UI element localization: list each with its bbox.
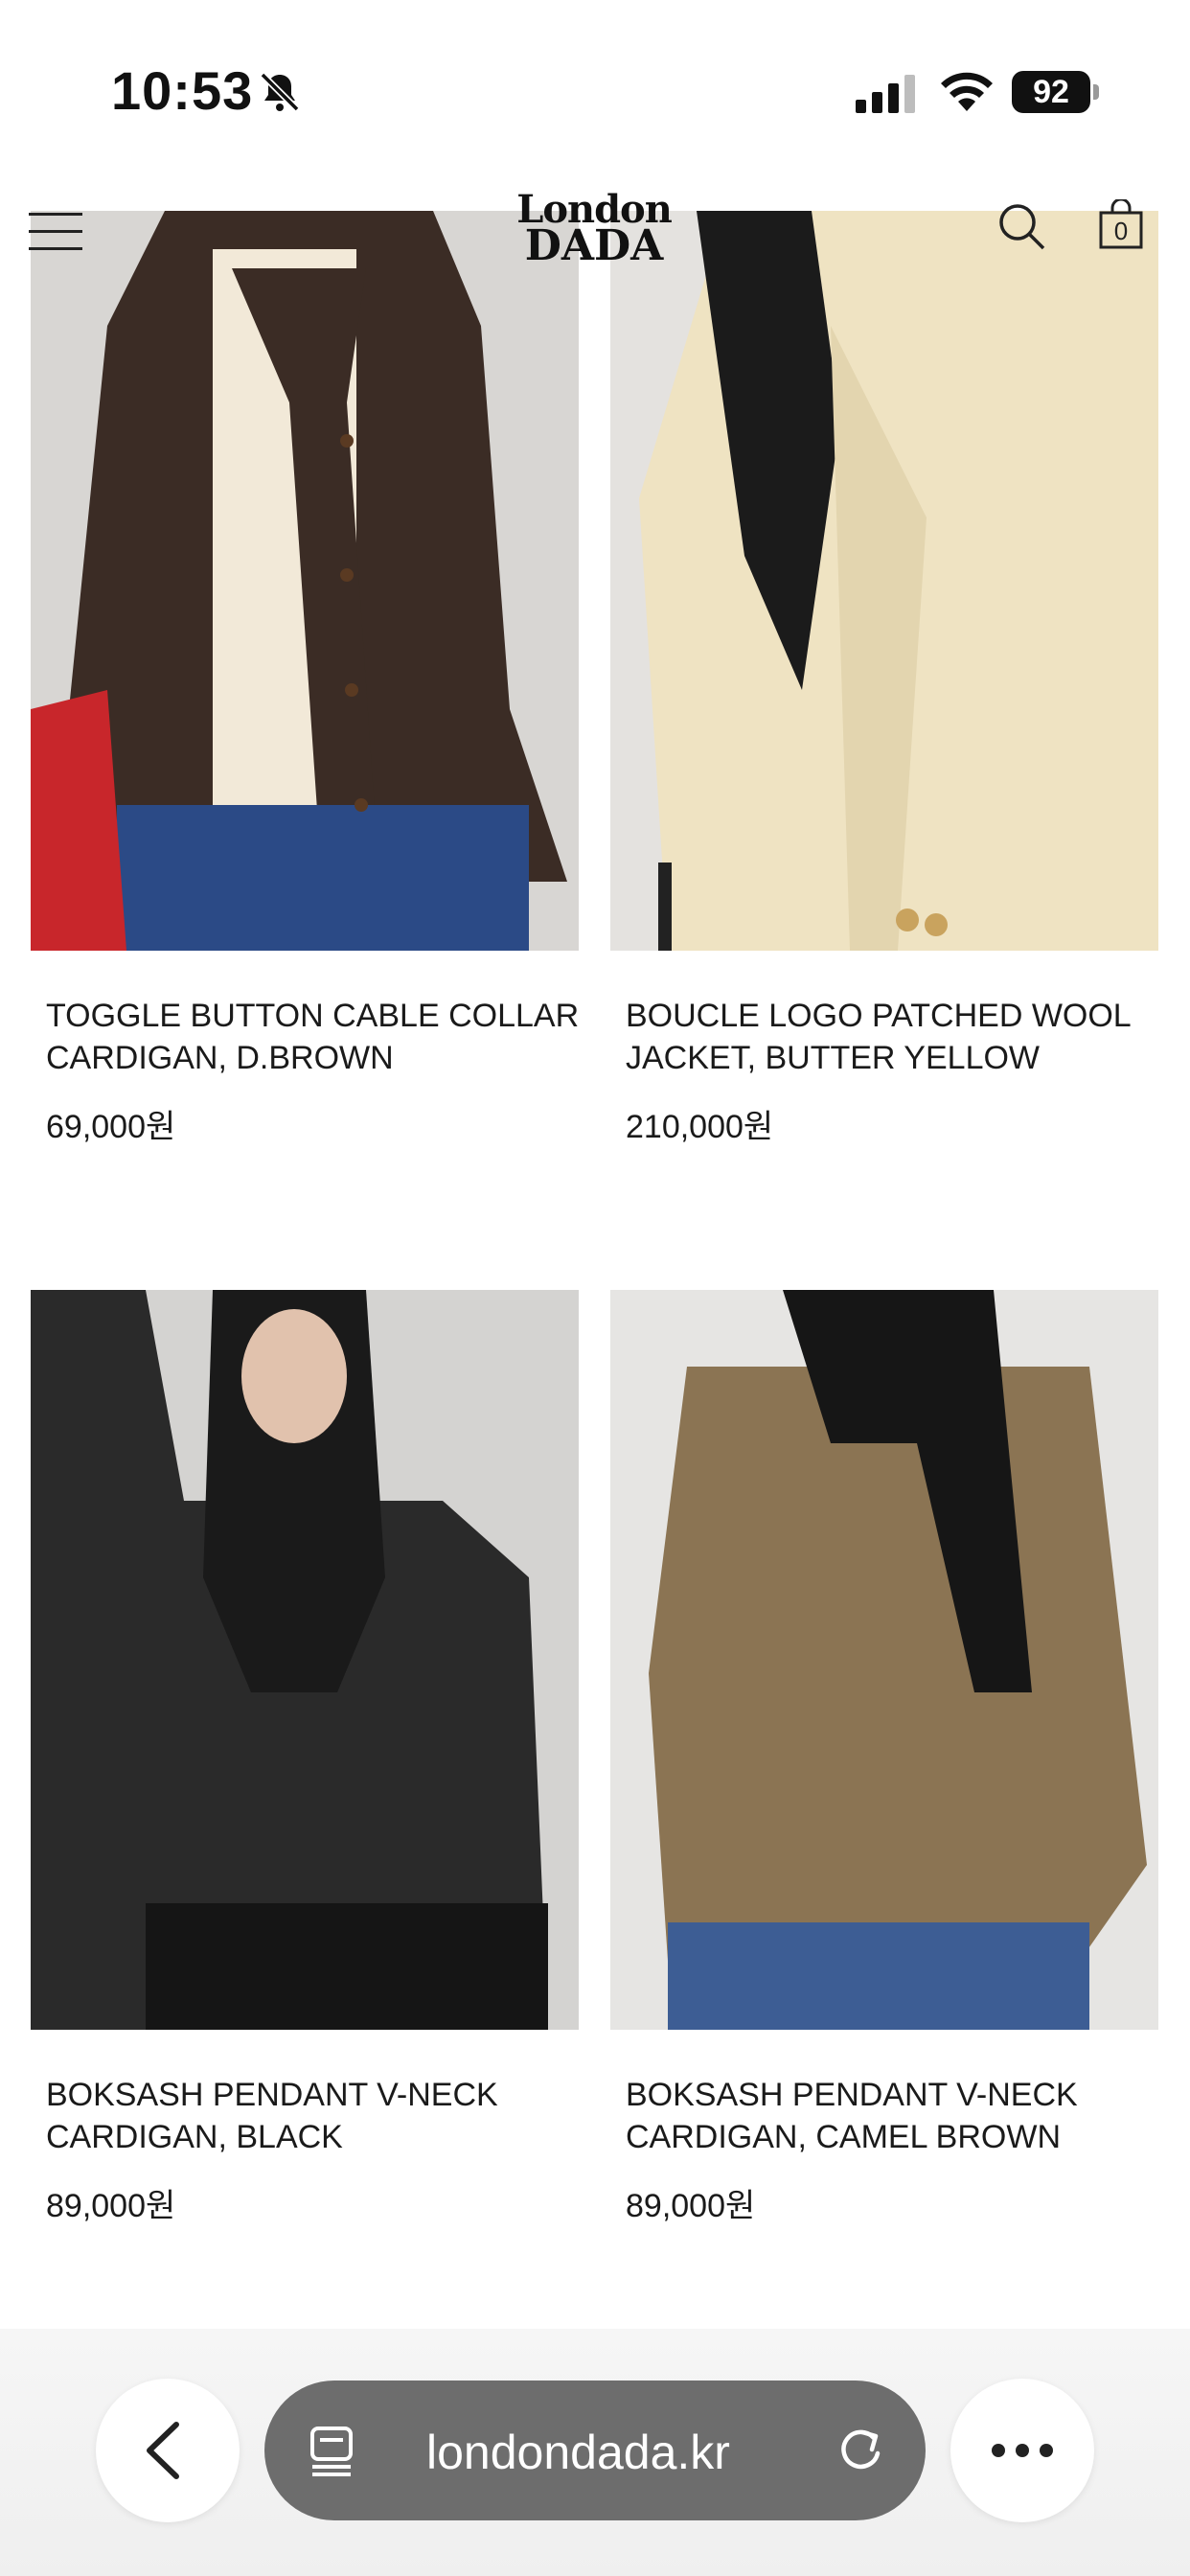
- product-name[interactable]: BOKSASH PENDANT V-NECK CARDIGAN, CAMEL B…: [626, 2074, 1162, 2158]
- back-chevron-icon: [147, 2422, 179, 2479]
- cellular-signal-icon: [856, 75, 915, 113]
- product-image[interactable]: [610, 1290, 1158, 2030]
- battery-icon: 92: [1012, 71, 1100, 113]
- status-bar: 10:53 92: [0, 0, 1190, 182]
- back-button[interactable]: [96, 2379, 240, 2522]
- url-text[interactable]: londondada.kr: [426, 2425, 730, 2480]
- product-price: 210,000원: [626, 1109, 774, 1145]
- wifi-icon: [941, 72, 993, 111]
- product-image[interactable]: [31, 1290, 579, 2030]
- product-name[interactable]: BOUCLE LOGO PATCHED WOOL JACKET, BUTTER …: [626, 995, 1162, 1079]
- battery-level: 92: [1012, 71, 1090, 113]
- product-price: 89,000원: [626, 2188, 756, 2224]
- product-image[interactable]: [31, 211, 579, 951]
- bell-slash-icon: [260, 72, 300, 112]
- product-name[interactable]: TOGGLE BUTTON CABLE COLLAR CARDIGAN, D.B…: [46, 995, 583, 1079]
- menu-icon[interactable]: [29, 213, 82, 251]
- product-price: 69,000원: [46, 1109, 176, 1145]
- brand-logo[interactable]: London DADA: [498, 191, 690, 267]
- reload-icon[interactable]: [834, 2423, 887, 2476]
- product-name[interactable]: BOKSASH PENDANT V-NECK CARDIGAN, BLACK: [46, 2074, 583, 2158]
- more-button[interactable]: [950, 2379, 1094, 2522]
- tabs-icon[interactable]: [309, 2425, 358, 2478]
- product-price: 89,000원: [46, 2188, 176, 2224]
- status-time: 10:53: [111, 60, 254, 121]
- search-icon[interactable]: [996, 201, 1046, 251]
- more-dots-icon: [992, 2444, 1053, 2457]
- cart-count: 0: [1113, 217, 1129, 245]
- product-image[interactable]: [610, 211, 1158, 951]
